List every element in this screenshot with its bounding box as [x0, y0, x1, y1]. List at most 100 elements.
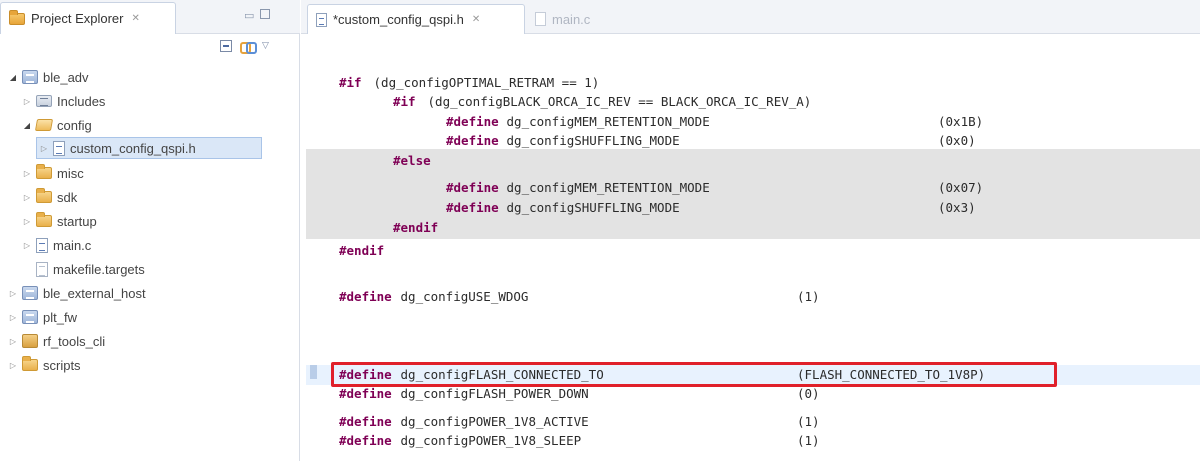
code-text: dg_configMEM_RETENTION_MODE — [499, 114, 710, 129]
includes-icon — [36, 95, 52, 107]
code-keyword: #endif — [393, 220, 439, 235]
code-value: (0x1B) — [938, 114, 984, 129]
code-keyword: #define — [446, 180, 499, 195]
tree-item-custom-config-qspi[interactable]: ▷ custom_config_qspi.h — [36, 137, 262, 159]
code-keyword: #if — [339, 75, 362, 90]
code-value: (1) — [797, 433, 820, 448]
expand-toggle-icon[interactable]: ▷ — [8, 361, 18, 370]
code-line: #if (dg_configOPTIMAL_RETRAM == 1) — [301, 73, 1200, 92]
red-highlight-box — [331, 362, 1057, 387]
tree-item-label: ble_external_host — [43, 285, 146, 301]
tree-item-label: main.c — [53, 237, 92, 253]
expand-toggle-icon[interactable]: ◢ — [8, 73, 18, 82]
code-editor-panel: *custom_config_qspi.h ✕ main.c #if (dg_c… — [301, 0, 1200, 461]
code-line: #else — [301, 151, 1200, 170]
tree-item-label: custom_config_qspi.h — [70, 140, 196, 156]
tree-item-label: config — [57, 117, 92, 133]
code-area[interactable]: #if (dg_configOPTIMAL_RETRAM == 1) #if (… — [301, 34, 1200, 461]
code-value: (0x0) — [938, 133, 976, 148]
tree-item-label: plt_fw — [43, 309, 77, 325]
code-keyword: #if — [393, 94, 416, 109]
folder-icon — [9, 9, 25, 25]
tree-item-startup[interactable]: ▷ startup — [22, 210, 97, 232]
expand-toggle-icon[interactable]: ▷ — [22, 97, 32, 106]
expand-toggle-icon[interactable]: ▷ — [22, 169, 32, 178]
code-line: #define dg_configUSE_WDOG (1) — [301, 287, 1200, 306]
tree-item-includes[interactable]: ▷ Includes — [22, 90, 106, 112]
view-menu-icon[interactable]: ▽ — [262, 41, 269, 51]
tree-item-plt-fw[interactable]: ▷ plt_fw — [8, 306, 77, 328]
code-line: #endif — [301, 218, 1200, 237]
tree-item-rf-tools-cli[interactable]: ▷ rf_tools_cli — [8, 330, 105, 352]
tree-item-label: sdk — [57, 189, 78, 205]
expand-toggle-icon[interactable]: ▷ — [8, 337, 18, 346]
tree-item-label: ble_adv — [43, 69, 89, 85]
tree-item-misc[interactable]: ▷ misc — [22, 162, 84, 184]
tree-item-label: misc — [57, 165, 84, 181]
code-text: dg_configPOWER_1V8_SLEEP — [393, 433, 582, 448]
c-file-icon — [535, 12, 546, 26]
close-icon[interactable]: ✕ — [472, 14, 480, 25]
editor-tab-bar: *custom_config_qspi.h ✕ main.c — [301, 0, 1200, 34]
project-icon — [22, 286, 38, 300]
link-with-editor-icon[interactable] — [240, 40, 257, 54]
tree-item-makefile-targets[interactable]: makefile.targets — [22, 258, 145, 280]
code-value: (1) — [797, 414, 820, 429]
folder-open-icon — [34, 119, 54, 131]
code-keyword: #define — [339, 414, 392, 429]
code-keyword: #define — [446, 114, 499, 129]
code-text: (dg_configBLACK_ORCA_IC_REV == BLACK_ORC… — [420, 94, 812, 109]
tree-item-label: Includes — [57, 93, 106, 109]
tree-item-ble-external-host[interactable]: ▷ ble_external_host — [8, 282, 146, 304]
editor-tab-label: main.c — [552, 11, 591, 27]
expand-toggle-icon[interactable]: ◢ — [22, 121, 32, 130]
code-line: #define dg_configSHUFFLING_MODE (0x0) — [301, 131, 1200, 150]
c-file-icon — [36, 237, 48, 253]
tree-item-config[interactable]: ◢ config — [22, 114, 92, 136]
tab-custom-config-qspi-h[interactable]: *custom_config_qspi.h ✕ — [307, 4, 525, 34]
tree-item-ble-adv[interactable]: ◢ ble_adv — [8, 66, 89, 88]
project-icon — [22, 310, 38, 324]
code-text: (dg_configOPTIMAL_RETRAM == 1) — [366, 75, 600, 90]
code-line: #define dg_configMEM_RETENTION_MODE (0x1B… — [301, 112, 1200, 131]
project-icon — [22, 70, 38, 84]
tree-item-label: startup — [57, 213, 97, 229]
tab-project-explorer[interactable]: Project Explorer ✕ — [0, 2, 176, 34]
code-line: #if (dg_configBLACK_ORCA_IC_REV == BLACK… — [301, 92, 1200, 111]
tab-main-c[interactable]: main.c — [527, 4, 598, 34]
tools-project-icon — [22, 334, 38, 348]
expand-toggle-icon[interactable]: ▷ — [22, 217, 32, 226]
tree-item-sdk[interactable]: ▷ sdk — [22, 186, 77, 208]
folder-icon — [22, 356, 38, 371]
minimize-icon[interactable]: ▭ — [244, 9, 254, 22]
code-line: #define dg_configSHUFFLING_MODE (0x3) — [301, 198, 1200, 217]
code-text: dg_configUSE_WDOG — [393, 289, 529, 304]
code-value: (1) — [797, 289, 820, 304]
code-keyword: #else — [393, 153, 431, 168]
tree-item-scripts[interactable]: ▷ scripts — [8, 354, 81, 376]
expand-toggle-icon[interactable]: ▷ — [22, 241, 32, 250]
code-keyword: #endif — [339, 243, 385, 258]
close-icon[interactable]: ✕ — [131, 13, 139, 24]
explorer-tab-bar: Project Explorer ✕ ▭ — [0, 0, 300, 34]
tree-item-main-c[interactable]: ▷ main.c — [22, 234, 91, 256]
expand-toggle-icon[interactable]: ▷ — [39, 144, 49, 153]
collapse-all-icon[interactable] — [220, 40, 232, 52]
code-keyword: #define — [446, 133, 499, 148]
code-line: #define dg_configPOWER_1V8_SLEEP (1) — [301, 431, 1200, 450]
expand-toggle-icon[interactable]: ▷ — [8, 289, 18, 298]
maximize-icon[interactable] — [260, 9, 270, 19]
expand-toggle-icon[interactable]: ▷ — [8, 313, 18, 322]
code-text: dg_configMEM_RETENTION_MODE — [499, 180, 710, 195]
code-line: #define dg_configMEM_RETENTION_MODE (0x07… — [301, 178, 1200, 197]
code-line: #endif — [301, 241, 1200, 260]
header-file-icon — [53, 140, 65, 156]
header-file-icon — [316, 12, 327, 27]
tree-item-label: makefile.targets — [53, 261, 145, 277]
text-file-icon — [36, 261, 48, 277]
explorer-tab-label: Project Explorer — [31, 11, 124, 26]
expand-toggle-icon[interactable]: ▷ — [22, 193, 32, 202]
code-keyword: #define — [446, 200, 499, 215]
code-text: dg_configPOWER_1V8_ACTIVE — [393, 414, 589, 429]
editor-tab-label: *custom_config_qspi.h — [333, 12, 464, 27]
